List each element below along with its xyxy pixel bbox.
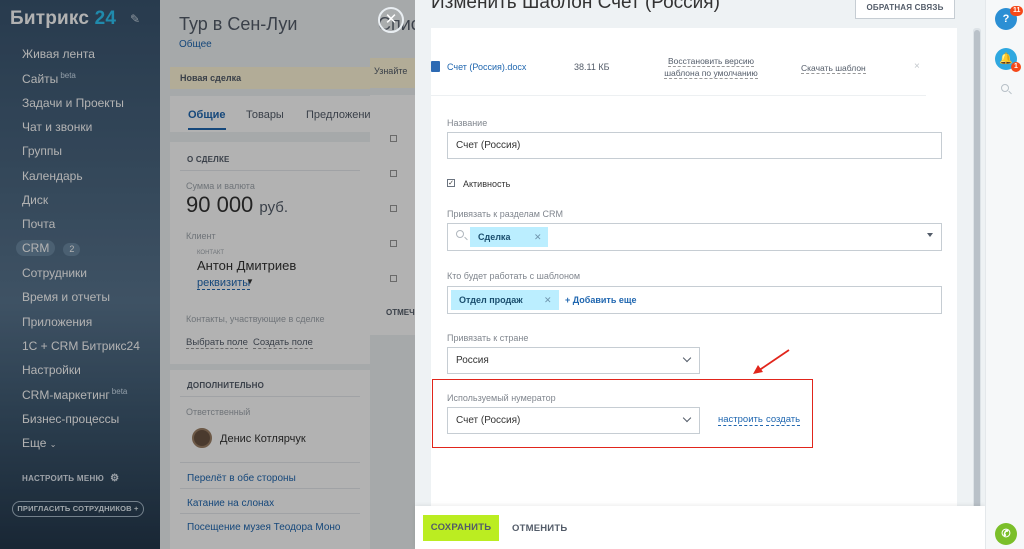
crm-sections-label: Привязать к разделам CRM	[447, 209, 563, 219]
phone-button[interactable]: ✆	[995, 523, 1017, 545]
scrollbar-thumb[interactable]	[974, 30, 980, 516]
close-icon: ✕	[384, 11, 398, 28]
cancel-button[interactable]: ОТМЕНИТЬ	[512, 523, 567, 534]
chevron-down-icon	[682, 413, 692, 423]
configure-numerator-link[interactable]: настроить	[718, 414, 763, 426]
crm-sections-selector[interactable]: Сделка ✕	[447, 223, 942, 251]
who-works-selector[interactable]: Отдел продаж ✕ + Добавить еще	[447, 286, 942, 314]
remove-tag-icon[interactable]: ✕	[544, 295, 552, 306]
notifications-counter-badge: 1	[1011, 62, 1021, 72]
help-counter-badge: 11	[1010, 6, 1024, 16]
template-file-row: Счет (Россия).docx 38.11 КБ Восстановить…	[431, 28, 926, 96]
slider-footer: СОХРАНИТЬ ОТМЕНИТЬ	[415, 506, 985, 549]
bell-icon: 🔔	[999, 53, 1013, 65]
country-label: Привязать к стране	[447, 333, 529, 343]
country-select[interactable]: Россия	[447, 347, 700, 374]
create-numerator-link[interactable]: создать	[766, 414, 801, 426]
active-label: Активность	[463, 179, 511, 189]
docx-file-icon	[431, 61, 440, 72]
remove-file-icon[interactable]: ×	[914, 61, 920, 72]
modal-overlay[interactable]	[0, 0, 415, 549]
question-icon: ?	[1002, 13, 1010, 25]
search-icon[interactable]	[1001, 84, 1009, 92]
numerator-label: Используемый нумератор	[447, 393, 556, 403]
red-arrow-icon	[753, 349, 790, 374]
remove-tag-icon[interactable]: ✕	[534, 232, 542, 243]
who-works-label: Кто будет работать с шаблоном	[447, 271, 581, 281]
caret-down-icon[interactable]	[927, 233, 933, 237]
chevron-down-icon	[682, 353, 692, 363]
template-name-input[interactable]: Счет (Россия)	[447, 132, 942, 159]
file-size: 38.11 КБ	[574, 62, 610, 72]
scrollbar[interactable]	[973, 28, 981, 518]
add-more-link[interactable]: + Добавить еще	[565, 295, 636, 305]
search-icon	[456, 230, 464, 238]
save-button[interactable]: СОХРАНИТЬ	[423, 515, 499, 541]
template-edit-slider: Изменить Шаблон Счет (Россия) ОБРАТНАЯ С…	[415, 0, 985, 549]
file-name-link[interactable]: Счет (Россия).docx	[447, 62, 526, 72]
phone-icon: ✆	[1001, 528, 1011, 540]
name-label: Название	[447, 118, 488, 128]
close-slider-button[interactable]: ✕	[378, 7, 404, 33]
crm-section-tag[interactable]: Сделка ✕	[470, 227, 548, 247]
download-template-link[interactable]: Скачать шаблон	[801, 63, 866, 74]
slider-title: Изменить Шаблон Счет (Россия)	[431, 0, 720, 13]
feedback-button[interactable]: ОБРАТНАЯ СВЯЗЬ	[855, 0, 955, 19]
department-tag[interactable]: Отдел продаж ✕	[451, 290, 559, 310]
restore-default-link[interactable]: Восстановить версию шаблона по умолчанию	[661, 55, 761, 79]
right-rail: ? 11 🔔 1 ✆	[985, 0, 1024, 549]
active-checkbox[interactable]: ✓	[447, 179, 455, 187]
numerator-select[interactable]: Счет (Россия)	[447, 407, 700, 434]
